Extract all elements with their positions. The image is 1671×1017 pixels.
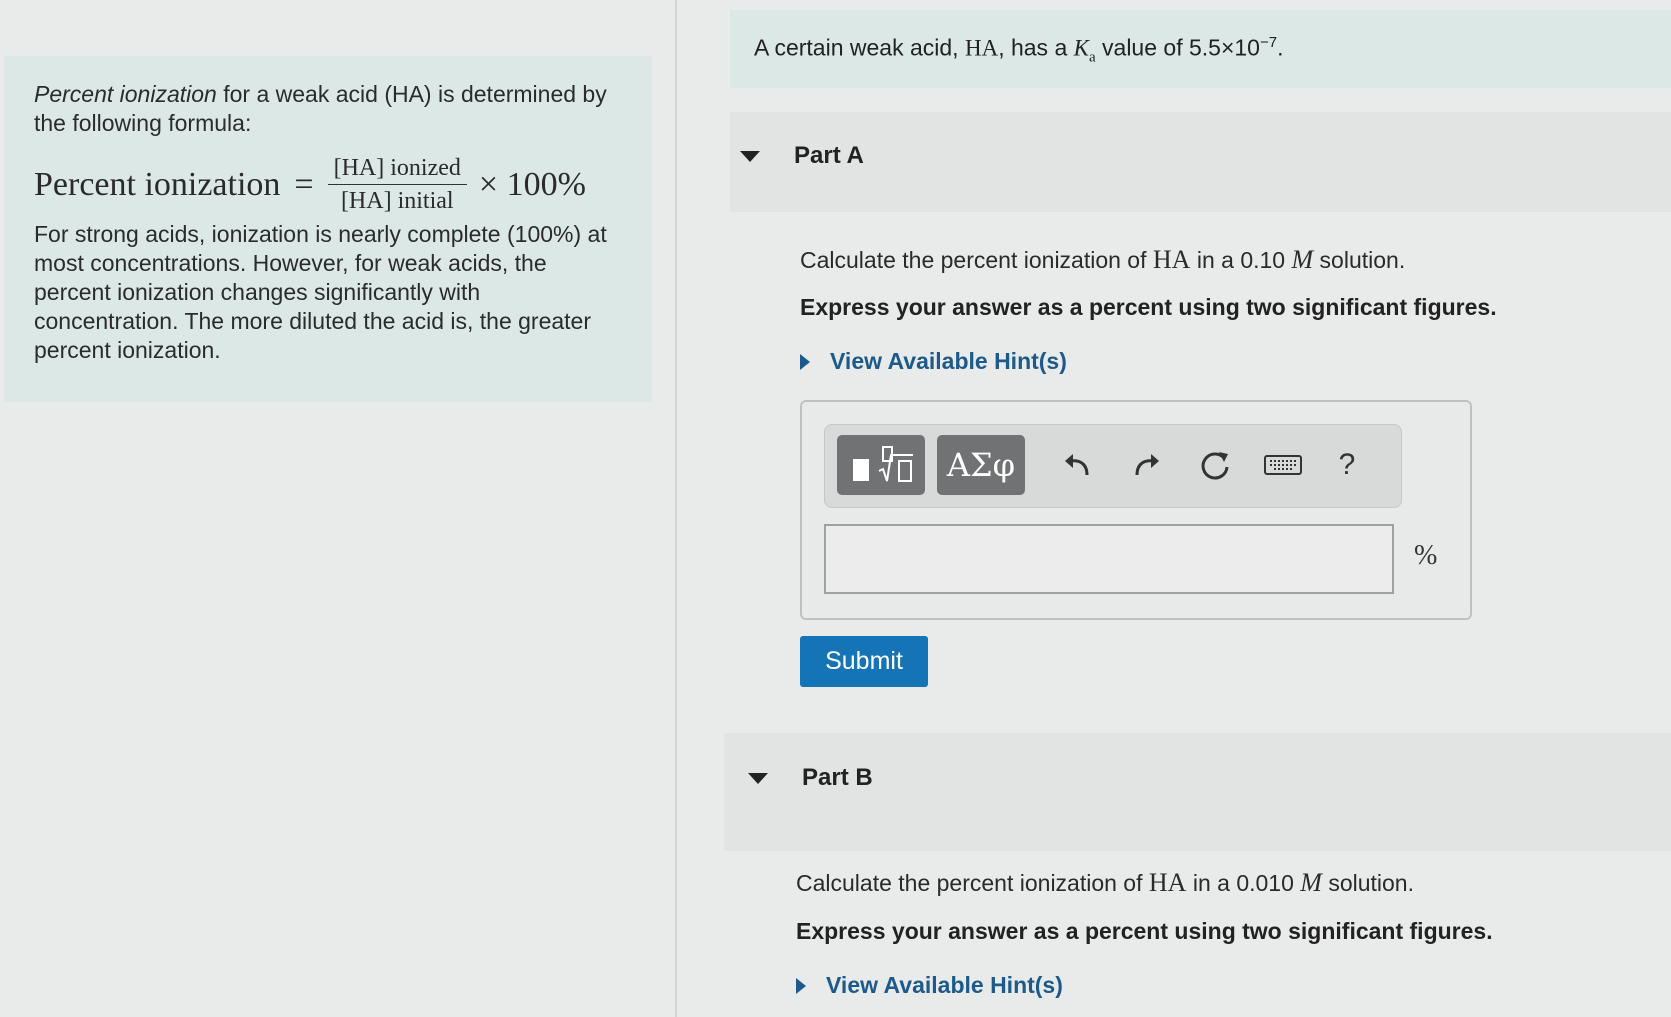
part-a-hint-toggle[interactable]: View Available Hint(s)	[800, 348, 1067, 375]
ka-subscript: a	[1088, 49, 1096, 66]
help-button[interactable]: ?	[1323, 441, 1371, 489]
percent-ionization-formula: Percent ionization = [HA] ionized [HA] i…	[34, 148, 626, 220]
problem-statement: A certain weak acid, HA, has a Ka value …	[730, 10, 1671, 88]
formula-times: × 100%	[478, 165, 586, 203]
part-b-question: Calculate the percent ionization of HA i…	[796, 868, 1414, 898]
submit-button[interactable]: Submit	[800, 636, 928, 687]
keyboard-icon[interactable]	[1259, 441, 1307, 489]
problem-acid: HA	[964, 35, 999, 61]
part-b-hint-label: View Available Hint(s)	[826, 972, 1063, 998]
expand-triangle-icon	[796, 977, 806, 994]
intro-body: For strong acids, ionization is nearly c…	[34, 221, 607, 363]
expand-triangle-icon	[800, 353, 810, 370]
part-a-answer-box: ΑΣφ ? %	[800, 400, 1472, 620]
ka-symbol: K	[1073, 35, 1089, 61]
math-toolbar: ΑΣφ ?	[824, 424, 1402, 508]
part-b-q-prefix: Calculate the percent ionization of	[796, 870, 1149, 896]
formula-equals: =	[294, 165, 314, 203]
templates-button[interactable]	[837, 435, 925, 495]
part-b-q-unit: M	[1300, 868, 1322, 897]
percent-unit: %	[1414, 540, 1438, 571]
part-a-title: Part A	[794, 142, 864, 169]
part-a-question: Calculate the percent ionization of HA i…	[800, 245, 1405, 275]
problem-end: .	[1277, 34, 1284, 61]
redo-icon[interactable]	[1123, 441, 1171, 489]
part-a-hint-label: View Available Hint(s)	[830, 348, 1067, 374]
part-a-q-end: solution.	[1313, 247, 1406, 273]
part-a-toggle[interactable]: Part A	[740, 142, 864, 170]
greek-symbols-button[interactable]: ΑΣφ	[937, 435, 1025, 495]
part-b-header-band	[724, 733, 1671, 851]
part-a-q-acid: HA	[1152, 245, 1191, 274]
intro-panel: Percent ionization for a weak acid (HA) …	[4, 56, 652, 402]
ka-exponent: −7	[1259, 34, 1278, 51]
part-a-instruction: Express your answer as a percent using t…	[800, 294, 1497, 320]
undo-icon[interactable]	[1053, 441, 1101, 489]
reset-icon[interactable]	[1191, 441, 1239, 489]
part-b-toggle[interactable]: Part B	[748, 764, 873, 792]
part-a-answer-input[interactable]	[824, 524, 1394, 594]
part-b-q-mid: in a 0.010	[1186, 870, 1301, 896]
formula-lhs: Percent ionization	[34, 165, 281, 203]
part-a-q-unit: M	[1291, 245, 1314, 274]
part-a-q-prefix: Calculate the percent ionization of	[800, 247, 1153, 273]
collapse-triangle-icon	[740, 150, 760, 162]
part-b-hint-toggle[interactable]: View Available Hint(s)	[796, 972, 1063, 999]
part-b-instruction: Express your answer as a percent using t…	[796, 918, 1493, 944]
ka-value: value of 5.5×10	[1095, 34, 1260, 61]
formula-numerator: [HA] ionized	[327, 152, 467, 185]
intro-lead: Percent ionization for a weak acid (HA) …	[34, 80, 626, 138]
part-b-q-end: solution.	[1321, 870, 1414, 896]
part-a-q-mid: in a 0.10	[1190, 247, 1292, 273]
intro-lead-term: Percent ionization	[34, 81, 217, 107]
part-a-header-band	[730, 112, 1671, 212]
fraction-root-template-icon	[853, 446, 913, 482]
part-b-title: Part B	[802, 764, 873, 791]
collapse-triangle-icon	[748, 772, 768, 784]
panel-divider	[675, 0, 677, 1017]
problem-mid: , has a	[998, 34, 1074, 61]
formula-fraction: [HA] ionized [HA] initial	[327, 152, 467, 217]
part-b-q-acid: HA	[1148, 868, 1187, 897]
formula-denominator: [HA] initial	[340, 187, 454, 214]
problem-prefix: A certain weak acid,	[754, 34, 965, 61]
